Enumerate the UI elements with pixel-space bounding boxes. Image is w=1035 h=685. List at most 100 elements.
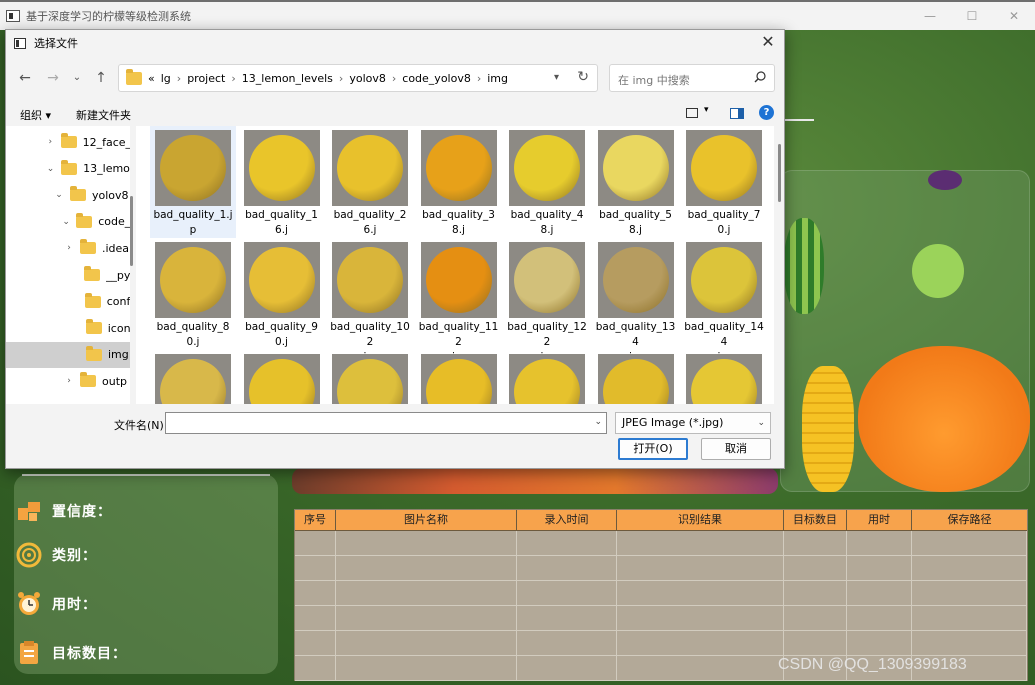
breadcrumb-item[interactable]: project [187, 72, 225, 85]
tree-item-label: outp [102, 374, 127, 388]
breadcrumb-item[interactable]: « [148, 72, 155, 85]
open-button[interactable]: 打开(O) [618, 438, 688, 460]
cancel-button[interactable]: 取消 [701, 438, 771, 460]
chevron-right-icon[interactable]: › [64, 376, 74, 386]
close-window-button[interactable]: ✕ [993, 2, 1035, 30]
file-item[interactable] [239, 350, 325, 404]
dialog-close-button[interactable]: ✕ [758, 32, 778, 52]
file-item[interactable] [327, 350, 413, 404]
file-item[interactable]: bad_quality_122.jpg [504, 238, 590, 363]
breadcrumb-item[interactable]: 13_lemon_levels [242, 72, 333, 85]
file-item[interactable]: bad_quality_134.jpg [593, 238, 679, 363]
file-item[interactable]: bad_quality_26.jpg [327, 126, 413, 251]
file-name-line: bad_quality_80.j [156, 321, 230, 348]
table-cell [617, 656, 784, 680]
tree-item[interactable]: img [6, 341, 130, 368]
file-grid-scrollbar-thumb[interactable] [778, 144, 781, 202]
help-icon[interactable]: ? [759, 105, 774, 120]
tree-item[interactable]: › .idea [6, 235, 130, 261]
table-row[interactable] [295, 556, 1027, 581]
tree-item[interactable]: › outp [6, 368, 130, 394]
chevron-down-icon[interactable]: ⌄ [54, 190, 64, 200]
chevron-down-icon[interactable]: ⌄ [62, 217, 70, 227]
breadcrumb-separator-icon[interactable]: › [477, 72, 481, 85]
chevron-right-icon[interactable]: › [46, 137, 55, 147]
col-header-target-count[interactable]: 目标数目 [784, 510, 847, 531]
address-bar[interactable]: « lg › project › 13_lemon_levels › yolov8 › code_… [118, 64, 598, 92]
breadcrumb-separator-icon[interactable]: › [392, 72, 396, 85]
breadcrumb-separator-icon[interactable]: › [177, 72, 181, 85]
breadcrumb-separator-icon[interactable]: › [231, 72, 235, 85]
file-grid-scrollbar[interactable] [776, 126, 784, 404]
col-header-result[interactable]: 识别结果 [617, 510, 784, 531]
col-header-index[interactable]: 序号 [295, 510, 336, 531]
tree-item[interactable]: ⌄ code_y [6, 209, 130, 235]
filename-input[interactable]: ⌄ [165, 412, 607, 434]
breadcrumb-item[interactable]: lg [161, 72, 171, 85]
breadcrumb-item[interactable]: img [487, 72, 508, 85]
table-cell [912, 631, 1027, 655]
tree-item[interactable]: › 12_face_e [6, 129, 130, 155]
col-header-image-name[interactable]: 图片名称 [336, 510, 517, 531]
tree-scrollbar[interactable] [130, 126, 134, 404]
chevron-right-icon[interactable]: › [64, 243, 74, 253]
chevron-down-icon[interactable]: ▾ [554, 72, 559, 83]
col-header-save-path[interactable]: 保存路径 [912, 510, 1027, 531]
file-item[interactable]: bad_quality_90.jpg [239, 238, 325, 363]
tree-item[interactable]: confi [6, 289, 130, 315]
col-header-time[interactable]: 用时 [847, 510, 912, 531]
file-item[interactable]: bad_quality_102.jpg [327, 238, 413, 363]
forward-arrow-icon[interactable]: → [42, 68, 64, 88]
file-item[interactable] [416, 350, 502, 404]
file-thumbnail [243, 354, 320, 404]
table-cell [847, 556, 912, 580]
table-row[interactable] [295, 581, 1027, 606]
file-item[interactable]: bad_quality_58.jpg [593, 126, 679, 251]
breadcrumb-item[interactable]: yolov8 [349, 72, 386, 85]
file-item[interactable]: bad_quality_80.jpg [150, 238, 236, 363]
file-item[interactable] [504, 350, 590, 404]
table-row[interactable] [295, 631, 1027, 656]
tree-item[interactable]: icon [6, 315, 130, 341]
recent-dropdown-icon[interactable]: ⌄ [66, 68, 88, 88]
refresh-icon[interactable]: ↻ [577, 69, 589, 85]
lemon-image [514, 359, 580, 404]
view-mode-icon[interactable] [686, 108, 698, 118]
minimize-button[interactable]: — [909, 2, 951, 30]
back-arrow-icon[interactable]: ← [14, 68, 36, 88]
search-icon[interactable] [754, 71, 766, 83]
col-header-entry-time[interactable]: 录入时间 [517, 510, 617, 531]
file-item[interactable]: bad_quality_16.jpg [239, 126, 325, 251]
tree-scrollbar-thumb[interactable] [130, 196, 133, 266]
file-item[interactable] [593, 350, 679, 404]
file-item[interactable]: bad_quality_1.jpg [150, 126, 236, 251]
tree-item[interactable]: ⌄ 13_lemor [6, 156, 130, 182]
search-input[interactable]: 在 img 中搜索 [609, 64, 775, 92]
table-row[interactable] [295, 606, 1027, 631]
filetype-select[interactable]: JPEG Image (*.jpg) ⌄ [615, 412, 771, 434]
breadcrumb-separator-icon[interactable]: › [339, 72, 343, 85]
organize-menu-button[interactable]: 组织 ▾ [20, 107, 51, 123]
breadcrumb-item[interactable]: code_yolov8 [402, 72, 471, 85]
tree-item[interactable]: ⌄ yolov8 [6, 182, 130, 208]
chevron-down-icon[interactable]: ⌄ [46, 164, 55, 174]
table-row[interactable] [295, 531, 1027, 556]
time-row: 用时： [16, 591, 97, 617]
up-arrow-icon[interactable]: ↑ [90, 68, 112, 88]
new-folder-button[interactable]: 新建文件夹 [76, 107, 131, 123]
file-item[interactable]: bad_quality_70.jpg [681, 126, 767, 251]
file-item[interactable] [681, 350, 767, 404]
file-item[interactable]: bad_quality_48.jpg [504, 126, 590, 251]
chevron-down-icon[interactable]: ⌄ [594, 417, 602, 427]
confidence-label: 置信度： [52, 504, 112, 520]
file-item[interactable]: bad_quality_144.jpg [681, 238, 767, 363]
file-item[interactable]: bad_quality_38.jpg [416, 126, 502, 251]
maximize-button[interactable]: ☐ [951, 2, 993, 30]
lemon-image [337, 135, 403, 201]
chevron-down-icon[interactable]: ▾ [704, 105, 709, 115]
tree-item[interactable]: __pyc [6, 262, 130, 288]
preview-pane-icon[interactable] [730, 108, 744, 119]
file-item[interactable]: bad_quality_112.jpg [416, 238, 502, 363]
table-cell [784, 581, 847, 605]
file-item[interactable] [150, 350, 236, 404]
